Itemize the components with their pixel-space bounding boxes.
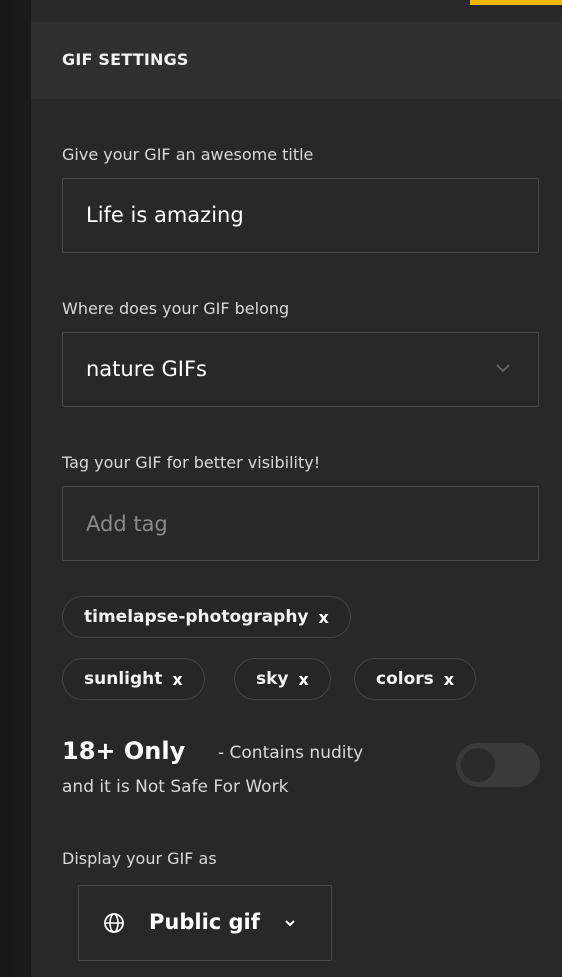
title-field[interactable]: Life is amazing <box>62 178 539 253</box>
tag-remove-button[interactable]: x <box>299 670 309 689</box>
nsfw-description-line1: - Contains nudity <box>218 743 364 763</box>
tag-chip: sunlight x <box>62 658 205 700</box>
tag-chip-label: timelapse-photography <box>84 607 309 627</box>
display-label: Display your GIF as <box>62 849 217 868</box>
tag-chip-label: sunlight <box>84 669 163 689</box>
tag-input[interactable] <box>63 487 538 560</box>
tag-remove-button[interactable]: x <box>319 608 329 627</box>
visibility-dropdown-button[interactable]: Public gif <box>78 885 332 961</box>
tag-chip-label: colors <box>376 669 434 689</box>
category-select[interactable]: nature GIFs <box>62 332 539 407</box>
tag-remove-button[interactable]: x <box>172 670 182 689</box>
caret-down-icon <box>285 920 295 927</box>
tag-chip-label: sky <box>256 669 289 689</box>
top-accent-bar <box>470 0 562 5</box>
toggle-knob <box>461 748 495 782</box>
panel-header: GIF SETTINGS <box>31 22 562 99</box>
nsfw-title: 18+ Only <box>62 737 186 765</box>
panel-title: GIF SETTINGS <box>62 50 189 69</box>
tag-remove-button[interactable]: x <box>444 670 454 689</box>
left-edge-strip <box>0 0 12 977</box>
tag-field-label: Tag your GIF for better visibility! <box>62 453 321 472</box>
tag-chip: sky x <box>234 658 331 700</box>
category-field-label: Where does your GIF belong <box>62 299 290 318</box>
category-select-value: nature GIFs <box>86 357 207 381</box>
visibility-dropdown-value: Public gif <box>149 910 260 934</box>
title-field-value: Life is amazing <box>86 203 244 227</box>
nsfw-description-line2: and it is Not Safe For Work <box>62 777 289 797</box>
globe-icon <box>104 913 124 933</box>
tag-input-field[interactable] <box>62 486 539 561</box>
tag-chip: timelapse-photography x <box>62 596 351 638</box>
chevron-down-icon <box>496 364 510 373</box>
tag-chip: colors x <box>354 658 477 700</box>
nsfw-toggle[interactable] <box>456 743 540 787</box>
gif-settings-panel: GIF SETTINGS Give your GIF an awesome ti… <box>31 0 562 977</box>
title-field-label: Give your GIF an awesome title <box>62 145 314 164</box>
